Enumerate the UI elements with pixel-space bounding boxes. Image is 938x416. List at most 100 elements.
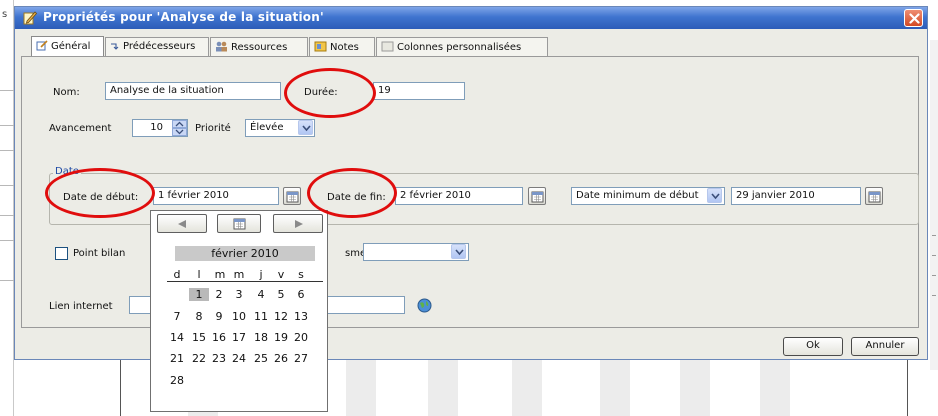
weekday-divider: [167, 281, 323, 282]
calendar-day[interactable]: 17: [229, 331, 249, 344]
spinner-arrows-icon[interactable]: [172, 120, 187, 136]
calendar-day[interactable]: 19: [271, 331, 291, 344]
priorite-dropdown-button[interactable]: [298, 120, 313, 135]
background-scroll-edge: [930, 40, 938, 370]
calendar-day[interactable]: 8: [189, 310, 209, 323]
tab-notes[interactable]: Notes: [309, 37, 375, 57]
weekday-header: j: [259, 268, 263, 281]
calendar-day[interactable]: 11: [251, 310, 271, 323]
calendar-day[interactable]: 22: [189, 352, 209, 365]
tab-colonnes-personnalisees[interactable]: Colonnes personnalisées: [376, 37, 548, 57]
notes-icon: [314, 41, 327, 55]
tab-predecesseurs-label: Prédécesseurs: [123, 41, 196, 52]
calendar-day[interactable]: 27: [291, 352, 311, 365]
date-debut-field[interactable]: 1 février 2010: [153, 187, 279, 205]
predecessor-arrow-icon: [110, 42, 120, 54]
today-button[interactable]: [217, 214, 261, 233]
calendar-day[interactable]: 10: [229, 310, 249, 323]
previous-month-button[interactable]: [157, 214, 207, 233]
resources-people-icon: [215, 41, 228, 55]
lien-internet-label: Lien internet: [49, 301, 113, 312]
background-stripe: [512, 360, 542, 416]
tab-general-label: Général: [51, 41, 91, 52]
background-stripe: [600, 360, 630, 416]
weekday-header: d: [173, 268, 181, 281]
calendar-day[interactable]: 24: [229, 352, 249, 365]
calendar-icon: [531, 191, 544, 203]
close-button[interactable]: [904, 9, 923, 27]
arrow-right-icon: [295, 220, 303, 228]
calendar-day[interactable]: 21: [167, 352, 187, 365]
tab-predecesseurs[interactable]: Prédécesseurs: [105, 37, 209, 57]
point-bilan-label: Point bilan: [73, 248, 126, 259]
chevron-down-icon: [711, 193, 720, 200]
annotation-ellipse-date-debut: [45, 168, 155, 218]
ok-button[interactable]: Ok: [783, 337, 843, 356]
calendar-day[interactable]: 2: [209, 288, 229, 301]
calendar-day[interactable]: 9: [209, 310, 229, 323]
background-text: s: [2, 9, 8, 20]
calendar-day[interactable]: 25: [251, 352, 271, 365]
contrainte-calendar-button[interactable]: [865, 187, 883, 205]
background-app-edge: s: [0, 0, 14, 416]
calendar-day-selected[interactable]: 1: [189, 288, 209, 301]
calendar-day[interactable]: 5: [271, 288, 291, 301]
custom-columns-icon: [381, 41, 394, 55]
background-stripe: [680, 360, 710, 416]
calendar-day[interactable]: 18: [251, 331, 271, 344]
background-divider: [907, 360, 908, 416]
calendar-day[interactable]: 23: [209, 352, 229, 365]
background-stripe: [428, 360, 458, 416]
calendar-icon: [868, 191, 881, 203]
calendar-month-label: février 2010: [175, 246, 315, 261]
calendar-day[interactable]: 13: [291, 310, 311, 323]
chevron-down-icon: [455, 249, 464, 256]
calendar-day[interactable]: 14: [167, 331, 187, 344]
background-stripe: [346, 360, 376, 416]
date-debut-calendar-button[interactable]: [283, 187, 301, 205]
weekday-header: s: [298, 268, 304, 281]
date-fin-field[interactable]: 2 février 2010: [395, 187, 523, 205]
calendar-day[interactable]: 20: [291, 331, 311, 344]
next-month-button[interactable]: [273, 214, 323, 233]
nom-label: Nom:: [53, 87, 80, 98]
nom-field[interactable]: Analyse de la situation: [105, 82, 281, 100]
dialog-title: Propriétés pour 'Analyse de la situation…: [43, 10, 324, 24]
calendar-icon: [286, 191, 299, 203]
tab-ressources-label: Ressources: [231, 42, 288, 53]
calendar-day[interactable]: 3: [229, 288, 249, 301]
general-tab-icon: [36, 40, 48, 54]
calendar-day[interactable]: 7: [167, 310, 187, 323]
tab-colonnes-label: Colonnes personnalisées: [397, 42, 522, 53]
calendar-icon: [233, 218, 246, 230]
tab-notes-label: Notes: [330, 42, 359, 53]
globe-icon[interactable]: [417, 298, 432, 313]
calendar-day[interactable]: 28: [167, 374, 187, 387]
weekday-header: m: [233, 268, 245, 281]
calendar-day[interactable]: 26: [271, 352, 291, 365]
weekday-header: l: [197, 268, 201, 281]
tab-ressources[interactable]: Ressources: [210, 37, 308, 57]
contrainte-dropdown-button[interactable]: [707, 188, 722, 203]
annuler-button[interactable]: Annuler: [851, 337, 919, 356]
mecanisme-dropdown-button[interactable]: [451, 244, 466, 259]
duree-field[interactable]: 19: [373, 82, 465, 100]
background-stripe: [760, 360, 790, 416]
calendar-day[interactable]: 6: [291, 288, 311, 301]
task-pencil-icon: [23, 10, 38, 25]
title-bar[interactable]: Propriétés pour 'Analyse de la situation…: [15, 7, 927, 29]
weekday-header: m: [214, 268, 226, 281]
tab-general[interactable]: Général: [31, 36, 104, 57]
calendar-day[interactable]: 12: [271, 310, 291, 323]
contrainte-date-field[interactable]: 29 janvier 2010: [731, 187, 861, 205]
calendar-day[interactable]: 16: [209, 331, 229, 344]
chevron-down-icon: [302, 125, 311, 132]
calendar-day[interactable]: 4: [251, 288, 271, 301]
calendar-day[interactable]: 15: [189, 331, 209, 344]
close-icon: [909, 13, 920, 24]
point-bilan-checkbox[interactable]: [55, 247, 68, 260]
contrainte-type-select[interactable]: Date minimum de début: [571, 187, 725, 205]
arrow-left-icon: [178, 220, 186, 228]
date-fin-calendar-button[interactable]: [528, 187, 546, 205]
avancement-label: Avancement: [49, 123, 112, 134]
